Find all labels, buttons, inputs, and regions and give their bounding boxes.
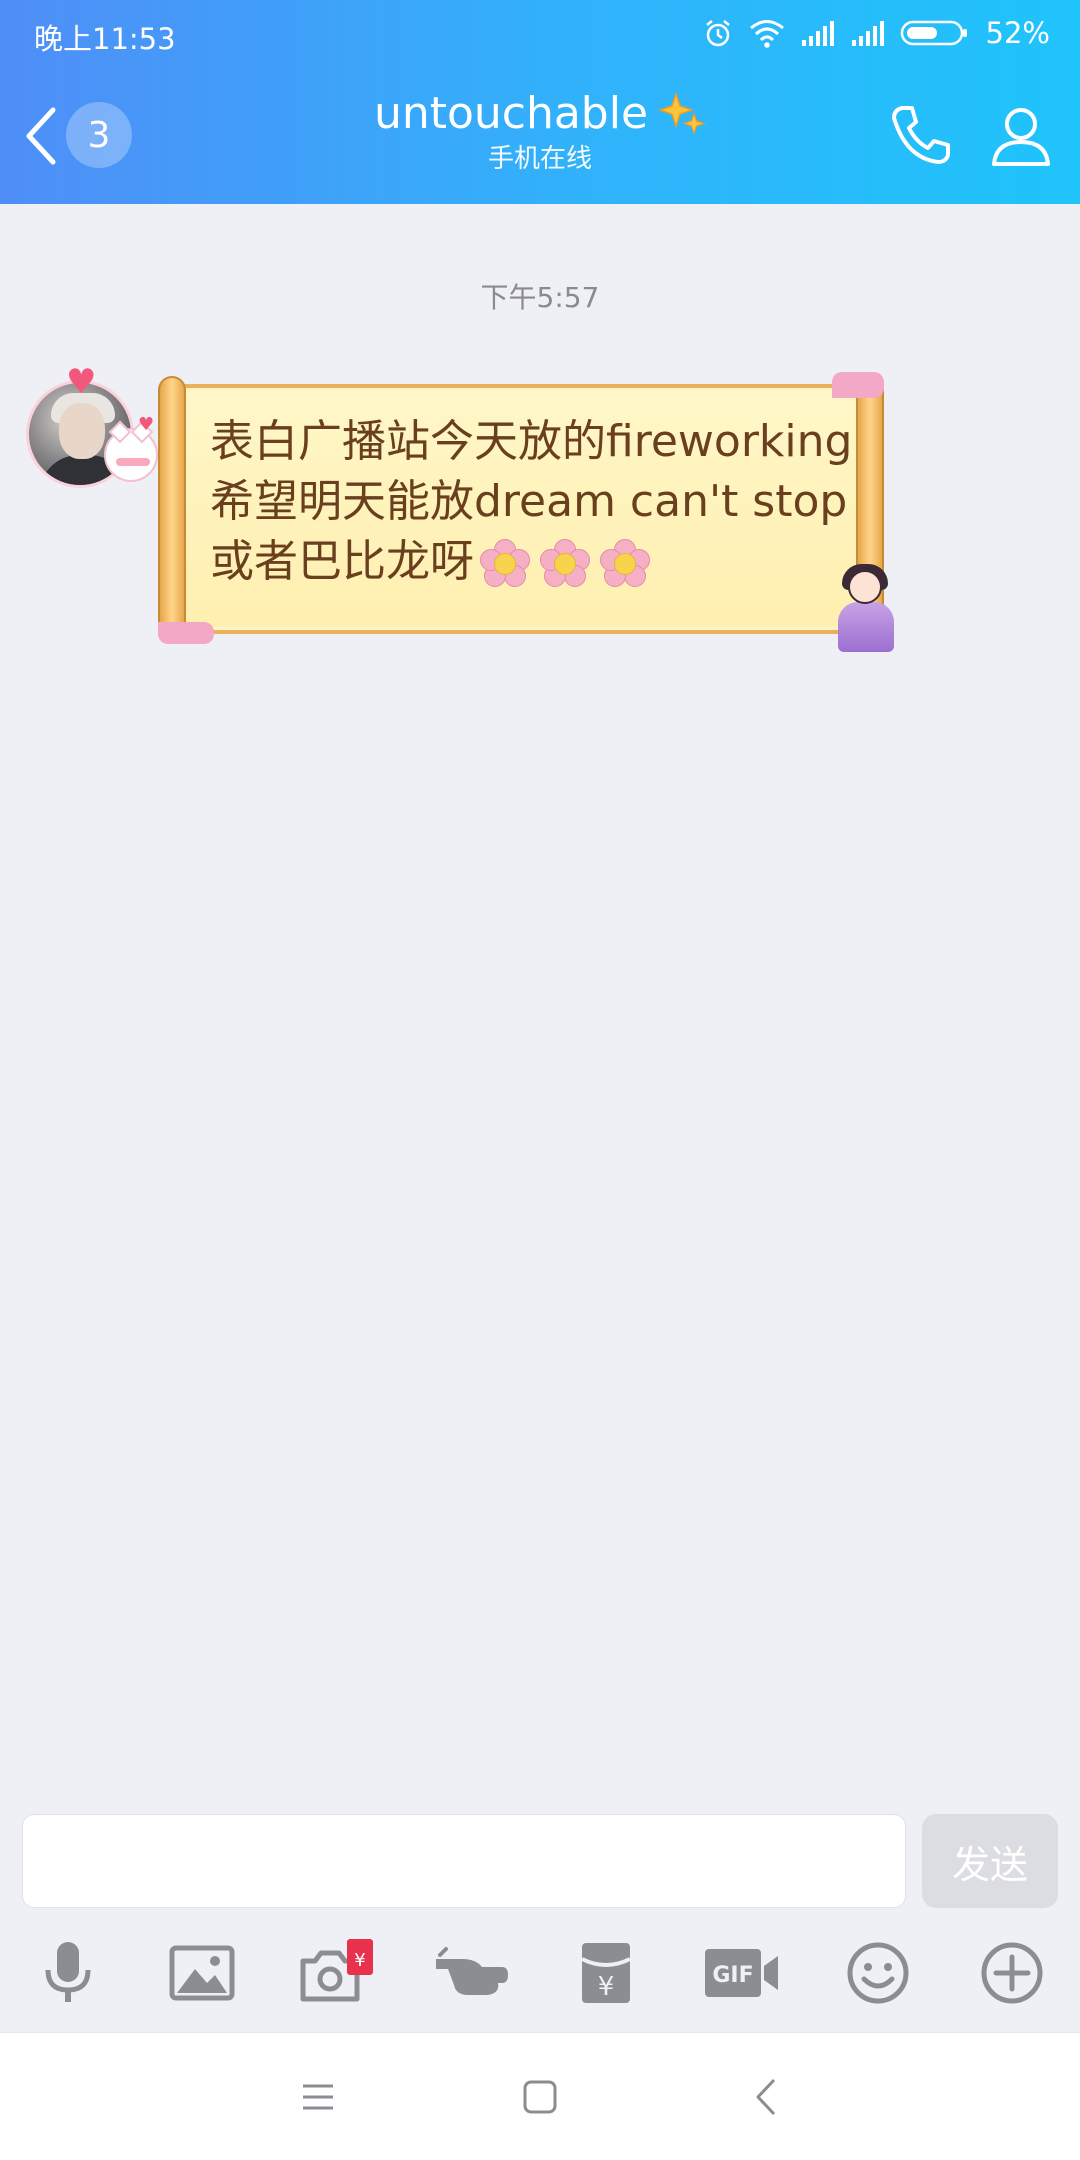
poke-icon bbox=[436, 1947, 508, 1995]
system-back-button[interactable] bbox=[716, 2033, 816, 2160]
wifi-icon bbox=[749, 20, 784, 48]
cherry-blossom-icon bbox=[478, 537, 532, 591]
voice-icon bbox=[45, 1942, 91, 2002]
online-status: 手机在线 bbox=[487, 144, 592, 174]
battery-percent: 52% bbox=[985, 16, 1050, 50]
message-line: 表白广播站今天放的fireworking bbox=[210, 416, 853, 467]
red-packet-button[interactable]: ¥ bbox=[566, 1928, 646, 2018]
unread-count-badge[interactable]: 3 bbox=[66, 102, 132, 168]
camera-redpacket-icon: ¥ bbox=[300, 1939, 373, 2002]
svg-text:¥: ¥ bbox=[354, 1950, 365, 1971]
back-button[interactable] bbox=[18, 100, 64, 172]
status-bar: 晚上11:53 52% bbox=[0, 0, 1080, 66]
cherry-blossom-icon bbox=[538, 537, 592, 591]
poke-button[interactable] bbox=[432, 1928, 512, 2018]
gif-icon: GIF bbox=[705, 1949, 778, 1997]
send-button[interactable]: 发送 bbox=[922, 1814, 1058, 1908]
signal-icon bbox=[851, 21, 884, 46]
phone-icon bbox=[892, 106, 950, 164]
signal-icon bbox=[801, 21, 834, 46]
scroll-roll-left bbox=[158, 376, 186, 638]
battery-icon bbox=[900, 20, 967, 46]
message-bubble[interactable]: 表白广播站今天放的fireworking 希望明天能放dream can't s… bbox=[158, 372, 884, 656]
more-button[interactable] bbox=[972, 1928, 1052, 2018]
profile-button[interactable] bbox=[986, 100, 1056, 170]
chat-title-area[interactable]: untouchable 手机在线 bbox=[240, 88, 840, 176]
status-icons: 52% bbox=[702, 12, 1050, 54]
message-line-with-emoji: 或者巴比龙呀 bbox=[210, 532, 850, 592]
back-icon bbox=[756, 2078, 776, 2116]
camera-button[interactable]: ¥ bbox=[296, 1928, 376, 2018]
message-line: 或者巴比龙呀 bbox=[210, 536, 474, 587]
sparkle-icon bbox=[658, 91, 706, 135]
menu-button[interactable] bbox=[268, 2033, 368, 2160]
contact-name: untouchable bbox=[373, 88, 649, 139]
chibi-sticker-icon bbox=[832, 564, 896, 656]
ribbon-decoration bbox=[832, 372, 884, 398]
chat-toolbar: ¥ ¥ GIF bbox=[0, 1928, 1080, 2028]
svg-text:GIF: GIF bbox=[712, 1963, 753, 1988]
contact-avatar[interactable]: ♥ ♥ bbox=[22, 362, 158, 492]
image-icon bbox=[169, 1945, 235, 2001]
message-text: 表白广播站今天放的fireworking 希望明天能放dream can't s… bbox=[210, 412, 853, 592]
cherry-blossom-icon bbox=[598, 537, 652, 591]
status-time: 晚上11:53 bbox=[34, 22, 176, 56]
chat-title: untouchable bbox=[374, 88, 706, 140]
chat-header: 晚上11:53 52% 3 untouchable 手机在线 bbox=[0, 0, 1080, 204]
cat-sticker-icon bbox=[104, 420, 158, 482]
user-icon bbox=[992, 108, 1050, 166]
alarm-icon bbox=[705, 20, 730, 47]
plus-icon bbox=[981, 1942, 1043, 2004]
svg-text:¥: ¥ bbox=[598, 1972, 615, 2002]
voice-button[interactable] bbox=[28, 1928, 108, 2018]
heart-icon: ♥ bbox=[138, 414, 155, 435]
home-icon bbox=[523, 2080, 557, 2114]
emoji-icon bbox=[847, 1942, 909, 2004]
red-packet-icon: ¥ bbox=[581, 1943, 631, 2003]
call-button[interactable] bbox=[886, 100, 956, 170]
system-navigation-bar bbox=[0, 2032, 1080, 2160]
message-line: 希望明天能放dream can't stop bbox=[210, 476, 848, 527]
emoji-button[interactable] bbox=[838, 1928, 918, 2018]
message-input[interactable] bbox=[22, 1814, 906, 1908]
gif-button[interactable]: GIF bbox=[702, 1928, 782, 2018]
image-button[interactable] bbox=[162, 1928, 242, 2018]
menu-icon bbox=[303, 2084, 333, 2110]
ribbon-decoration bbox=[158, 622, 214, 644]
heart-icon: ♥ bbox=[66, 362, 97, 402]
emoji-group bbox=[478, 537, 652, 591]
message-timestamp: 下午5:57 bbox=[480, 281, 600, 314]
home-button[interactable] bbox=[490, 2033, 590, 2160]
chevron-left-icon bbox=[26, 107, 56, 165]
